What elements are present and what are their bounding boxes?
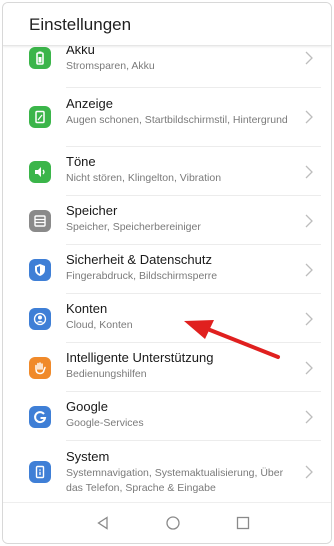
recents-icon[interactable] xyxy=(233,513,253,533)
settings-item-subtitle: Stromsparen, Akku xyxy=(66,60,155,72)
settings-item-speicher[interactable]: Speicher Speicher, Speicherbereiniger xyxy=(3,196,331,245)
chevron-right-icon xyxy=(305,361,313,375)
settings-item-sicherheit[interactable]: Sicherheit & Datenschutz Fingerabdruck, … xyxy=(3,245,331,294)
storage-icon xyxy=(29,210,51,232)
screen: Einstellungen Akku Stromsparen, Akku Anz… xyxy=(2,2,332,544)
back-icon[interactable] xyxy=(93,513,113,533)
chevron-right-icon xyxy=(305,410,313,424)
settings-item-akku[interactable]: Akku Stromsparen, Akku xyxy=(3,45,331,88)
page-title: Einstellungen xyxy=(29,15,132,34)
settings-item-title: Speicher xyxy=(66,203,118,218)
settings-item-anzeige[interactable]: Anzeige Augen schonen, Startbildschirmst… xyxy=(3,88,331,147)
home-icon[interactable] xyxy=(163,513,183,533)
settings-item-konten[interactable]: Konten Cloud, Konten xyxy=(3,294,331,343)
settings-item-system[interactable]: System Systemnavigation, Systemaktualisi… xyxy=(3,441,331,503)
app-header: Einstellungen xyxy=(3,3,331,46)
chevron-right-icon xyxy=(305,465,313,479)
settings-item-subtitle: Cloud, Konten xyxy=(66,319,133,331)
settings-item-subtitle: Google-Services xyxy=(66,417,144,429)
settings-item-title: Intelligente Unterstützung xyxy=(66,350,214,365)
settings-item-title: Konten xyxy=(66,301,108,316)
settings-item-title: Akku xyxy=(66,45,95,57)
settings-item-subtitle: Nicht stören, Klingelton, Vibration xyxy=(66,172,222,184)
settings-item-intelligente-unterstuetzung[interactable]: Intelligente Unterstützung Bedienungshil… xyxy=(3,343,331,392)
settings-item-title: System xyxy=(66,449,110,464)
settings-item-google[interactable]: Google Google-Services xyxy=(3,392,331,441)
phone-info-icon xyxy=(29,461,51,483)
settings-item-subtitle: Augen schonen, Startbildschirmstil, Hint… xyxy=(66,114,288,126)
settings-list: Akku Stromsparen, Akku Anzeige Augen sch… xyxy=(3,45,331,503)
settings-item-subtitle: Speicher, Speicherbereiniger xyxy=(66,221,201,233)
settings-item-subtitle: Systemnavigation, Systemaktualisierung, … xyxy=(66,467,284,494)
battery-icon xyxy=(29,47,51,69)
google-icon xyxy=(29,406,51,428)
navigation-bar xyxy=(3,502,331,543)
settings-item-title: Sicherheit & Datenschutz xyxy=(66,252,212,267)
settings-item-subtitle: Fingerabdruck, Bildschirmsperre xyxy=(66,270,218,282)
chevron-right-icon xyxy=(305,312,313,326)
chevron-right-icon xyxy=(305,165,313,179)
chevron-right-icon xyxy=(305,110,313,124)
sound-icon xyxy=(29,161,51,183)
account-icon xyxy=(29,308,51,330)
settings-item-title: Google xyxy=(66,399,108,414)
settings-item-toene[interactable]: Töne Nicht stören, Klingelton, Vibration xyxy=(3,147,331,196)
chevron-right-icon xyxy=(305,214,313,228)
chevron-right-icon xyxy=(305,263,313,277)
display-icon xyxy=(29,106,51,128)
chevron-right-icon xyxy=(305,51,313,65)
settings-item-title: Anzeige xyxy=(66,96,113,111)
hand-icon xyxy=(29,357,51,379)
settings-item-title: Töne xyxy=(66,154,96,169)
shield-icon xyxy=(29,259,51,281)
settings-item-subtitle: Bedienungshilfen xyxy=(66,368,147,380)
